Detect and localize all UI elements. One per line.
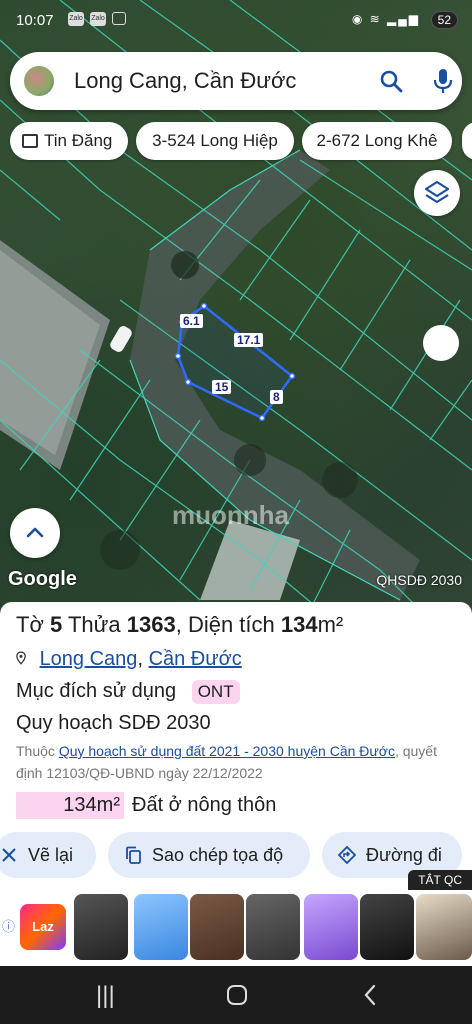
status-bar: 10:07 Zalo Zalo ◉ ≋ ▂▄▆ 52: [0, 8, 472, 34]
location-pin-icon: [16, 651, 26, 665]
search-bar[interactable]: Long Cang, Cần Đước: [10, 52, 462, 110]
signal-icon: ◉ ≋ ▂▄▆: [351, 12, 420, 26]
area-value: 134: [280, 612, 318, 637]
chip-tin-dang[interactable]: Tin Đăng: [10, 122, 128, 160]
district-link[interactable]: Cần Đước: [149, 648, 242, 670]
lot-edge-label: 15: [212, 380, 232, 394]
chip-label: Tin Đăng: [44, 131, 113, 150]
zalo-icon: Zalo: [68, 12, 84, 26]
layers-icon: [424, 180, 450, 204]
lot-edge-label: 6.1: [180, 314, 203, 328]
filter-chips: Tin Đăng 3-524 Long Hiệp 2-672 Long Khê: [10, 122, 472, 160]
directions-label: Đường đi: [366, 845, 442, 865]
area-unit: m²: [317, 612, 344, 637]
search-query[interactable]: Long Cang, Cần Đước: [74, 68, 296, 94]
lazada-logo: Laz: [20, 904, 66, 950]
sheet-label: Tờ: [16, 612, 44, 637]
parcel-info-panel: Tờ 5 Thửa 1363, Diện tích 134m² Long Can…: [0, 602, 472, 890]
chip-label: 3-524 Long Hiệp: [152, 131, 278, 150]
chip-more[interactable]: [462, 122, 472, 160]
ad-banner[interactable]: TẮT QC ⓘ Laz: [0, 870, 472, 966]
layers-button[interactable]: [414, 170, 460, 216]
commune-link[interactable]: Long Cang: [40, 648, 138, 670]
battery-indicator: 52: [430, 11, 458, 29]
parcel-title: Tờ 5 Thửa 1363, Diện tích 134m²: [16, 612, 344, 637]
ad-product-image[interactable]: [190, 894, 244, 960]
map-handle[interactable]: [423, 325, 459, 361]
chip-long-hiep[interactable]: 3-524 Long Hiệp: [136, 122, 294, 160]
usage-label: Mục đích sử dụng: [16, 680, 177, 702]
lot-label: Thửa: [67, 612, 121, 637]
usage-code-badge: ONT: [191, 680, 240, 704]
directions-icon: [338, 846, 356, 864]
home-icon[interactable]: [226, 984, 248, 1006]
redraw-icon: [2, 848, 16, 862]
system-nav-bar: |||: [0, 966, 472, 1024]
plan-description: Thuộc Quy hoạch sử dụng đất 2021 - 2030 …: [16, 740, 466, 784]
zone-name: Đất ở nông thôn: [132, 794, 277, 816]
recent-apps-icon[interactable]: |||: [96, 982, 115, 1010]
expand-up-button[interactable]: [10, 508, 60, 558]
watermark-text: muonnha: [172, 500, 289, 530]
copy-label: Sao chép tọa độ: [152, 845, 284, 865]
action-bar: Vẽ lại Sao chép tọa độ Đường đi: [0, 832, 472, 878]
ad-product-image[interactable]: [416, 894, 472, 960]
google-attribution: Google: [8, 568, 77, 590]
chevron-up-icon: [26, 527, 44, 538]
lot-edge-label: 8: [270, 390, 283, 404]
back-icon[interactable]: [362, 983, 378, 1007]
copy-icon: [126, 846, 141, 864]
ad-product-image[interactable]: [134, 894, 188, 960]
plan-prefix: Thuộc: [16, 743, 55, 759]
parcel-location: Long Cang, Cần Đước: [16, 648, 242, 671]
zone-area-badge: 134m²: [16, 792, 124, 819]
redraw-button[interactable]: Vẽ lại: [0, 832, 96, 878]
plan-heading: Quy hoạch SDĐ 2030: [16, 712, 211, 734]
gallery-icon: [112, 12, 126, 25]
plan-link[interactable]: Quy hoạch sử dụng đất 2021 - 2030 huyện …: [59, 743, 395, 759]
ad-product-image[interactable]: [360, 894, 414, 960]
copy-coordinates-button[interactable]: Sao chép tọa độ: [108, 832, 310, 878]
chip-long-khe[interactable]: 2-672 Long Khê: [302, 122, 452, 160]
ad-product-image[interactable]: [304, 894, 358, 960]
ad-product-image[interactable]: [74, 894, 128, 960]
redraw-label: Vẽ lại: [28, 845, 74, 865]
info-icon[interactable]: ⓘ: [2, 916, 15, 935]
avatar[interactable]: [24, 66, 54, 96]
sheet-number: 5: [50, 612, 63, 637]
close-ad-button[interactable]: TẮT QC: [408, 870, 472, 890]
chip-label: 2-672 Long Khê: [316, 131, 438, 150]
usage-row: Mục đích sử dụng ONT: [16, 680, 240, 704]
layer-label: QHSDĐ 2030: [376, 572, 462, 588]
location-separator: ,: [137, 648, 143, 670]
area-label: Diện tích: [187, 612, 275, 637]
lot-edge-label: 17.1: [234, 333, 264, 347]
microphone-icon[interactable]: [430, 66, 456, 96]
listing-icon: [22, 134, 38, 148]
ad-product-image[interactable]: [246, 894, 300, 960]
lot-number: 1363: [126, 612, 176, 637]
search-icon[interactable]: [378, 68, 404, 94]
status-time: 10:07: [16, 12, 54, 29]
zalo-icon: Zalo: [90, 12, 106, 26]
zone-row: 134m² Đất ở nông thôn: [16, 792, 276, 819]
